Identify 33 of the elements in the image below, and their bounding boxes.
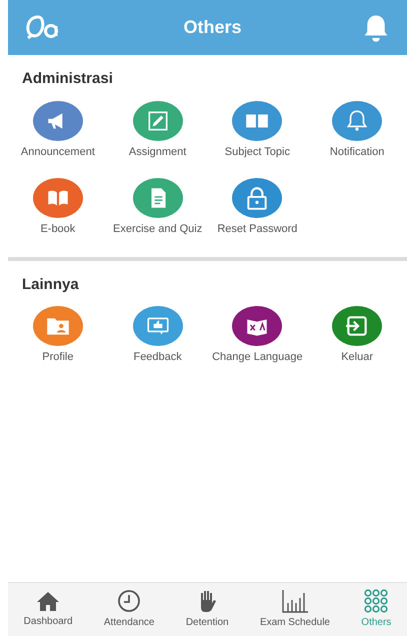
nav-tab[interactable]: Dashboard	[20, 590, 77, 629]
menu-tile[interactable]: Reset Password	[208, 178, 308, 248]
menu-label: Profile	[41, 351, 74, 365]
nav-tab[interactable]: Detention	[182, 589, 233, 630]
bar-chart-icon	[280, 589, 309, 613]
menu-label: E-book	[39, 222, 76, 236]
nav-tab[interactable]: Attendance	[100, 589, 158, 630]
menu-label: Announcement	[20, 146, 96, 160]
nav-tab[interactable]: Exam Schedule	[256, 589, 334, 630]
menu-label: Keluar	[340, 351, 374, 365]
menu-label: Assignment	[128, 146, 188, 160]
clock-icon	[117, 589, 142, 613]
menu-tile[interactable]: Keluar	[307, 306, 407, 377]
home-icon	[36, 590, 60, 612]
section-title: Administrasi	[21, 69, 114, 89]
menu-tile[interactable]: Feedback	[108, 306, 208, 377]
menu-tile[interactable]: Exercise and Quiz	[108, 178, 208, 248]
menu-label: Reset Password	[216, 222, 298, 236]
section-title: Lainnya	[21, 274, 80, 294]
menu-tile[interactable]: Announcement	[8, 100, 108, 172]
menu-label: Subject Topic	[224, 146, 291, 160]
menu-tile[interactable]: Profile	[8, 306, 108, 377]
grid-icon	[363, 589, 390, 613]
menu-label: Exercise and Quiz	[112, 222, 204, 236]
menu-label: Notification	[328, 146, 386, 160]
menu-label: Change Language	[211, 351, 304, 365]
menu-label: Feedback	[132, 351, 183, 365]
menu-tile[interactable]: Notification	[307, 100, 407, 172]
page-title: Others	[183, 16, 242, 39]
menu-tile[interactable]: Assignment	[108, 100, 208, 172]
menu-tile[interactable]: E-book	[8, 178, 108, 248]
menu-tile[interactable]: Change Language	[208, 306, 308, 377]
menu-tile[interactable]: Subject Topic	[208, 100, 308, 172]
